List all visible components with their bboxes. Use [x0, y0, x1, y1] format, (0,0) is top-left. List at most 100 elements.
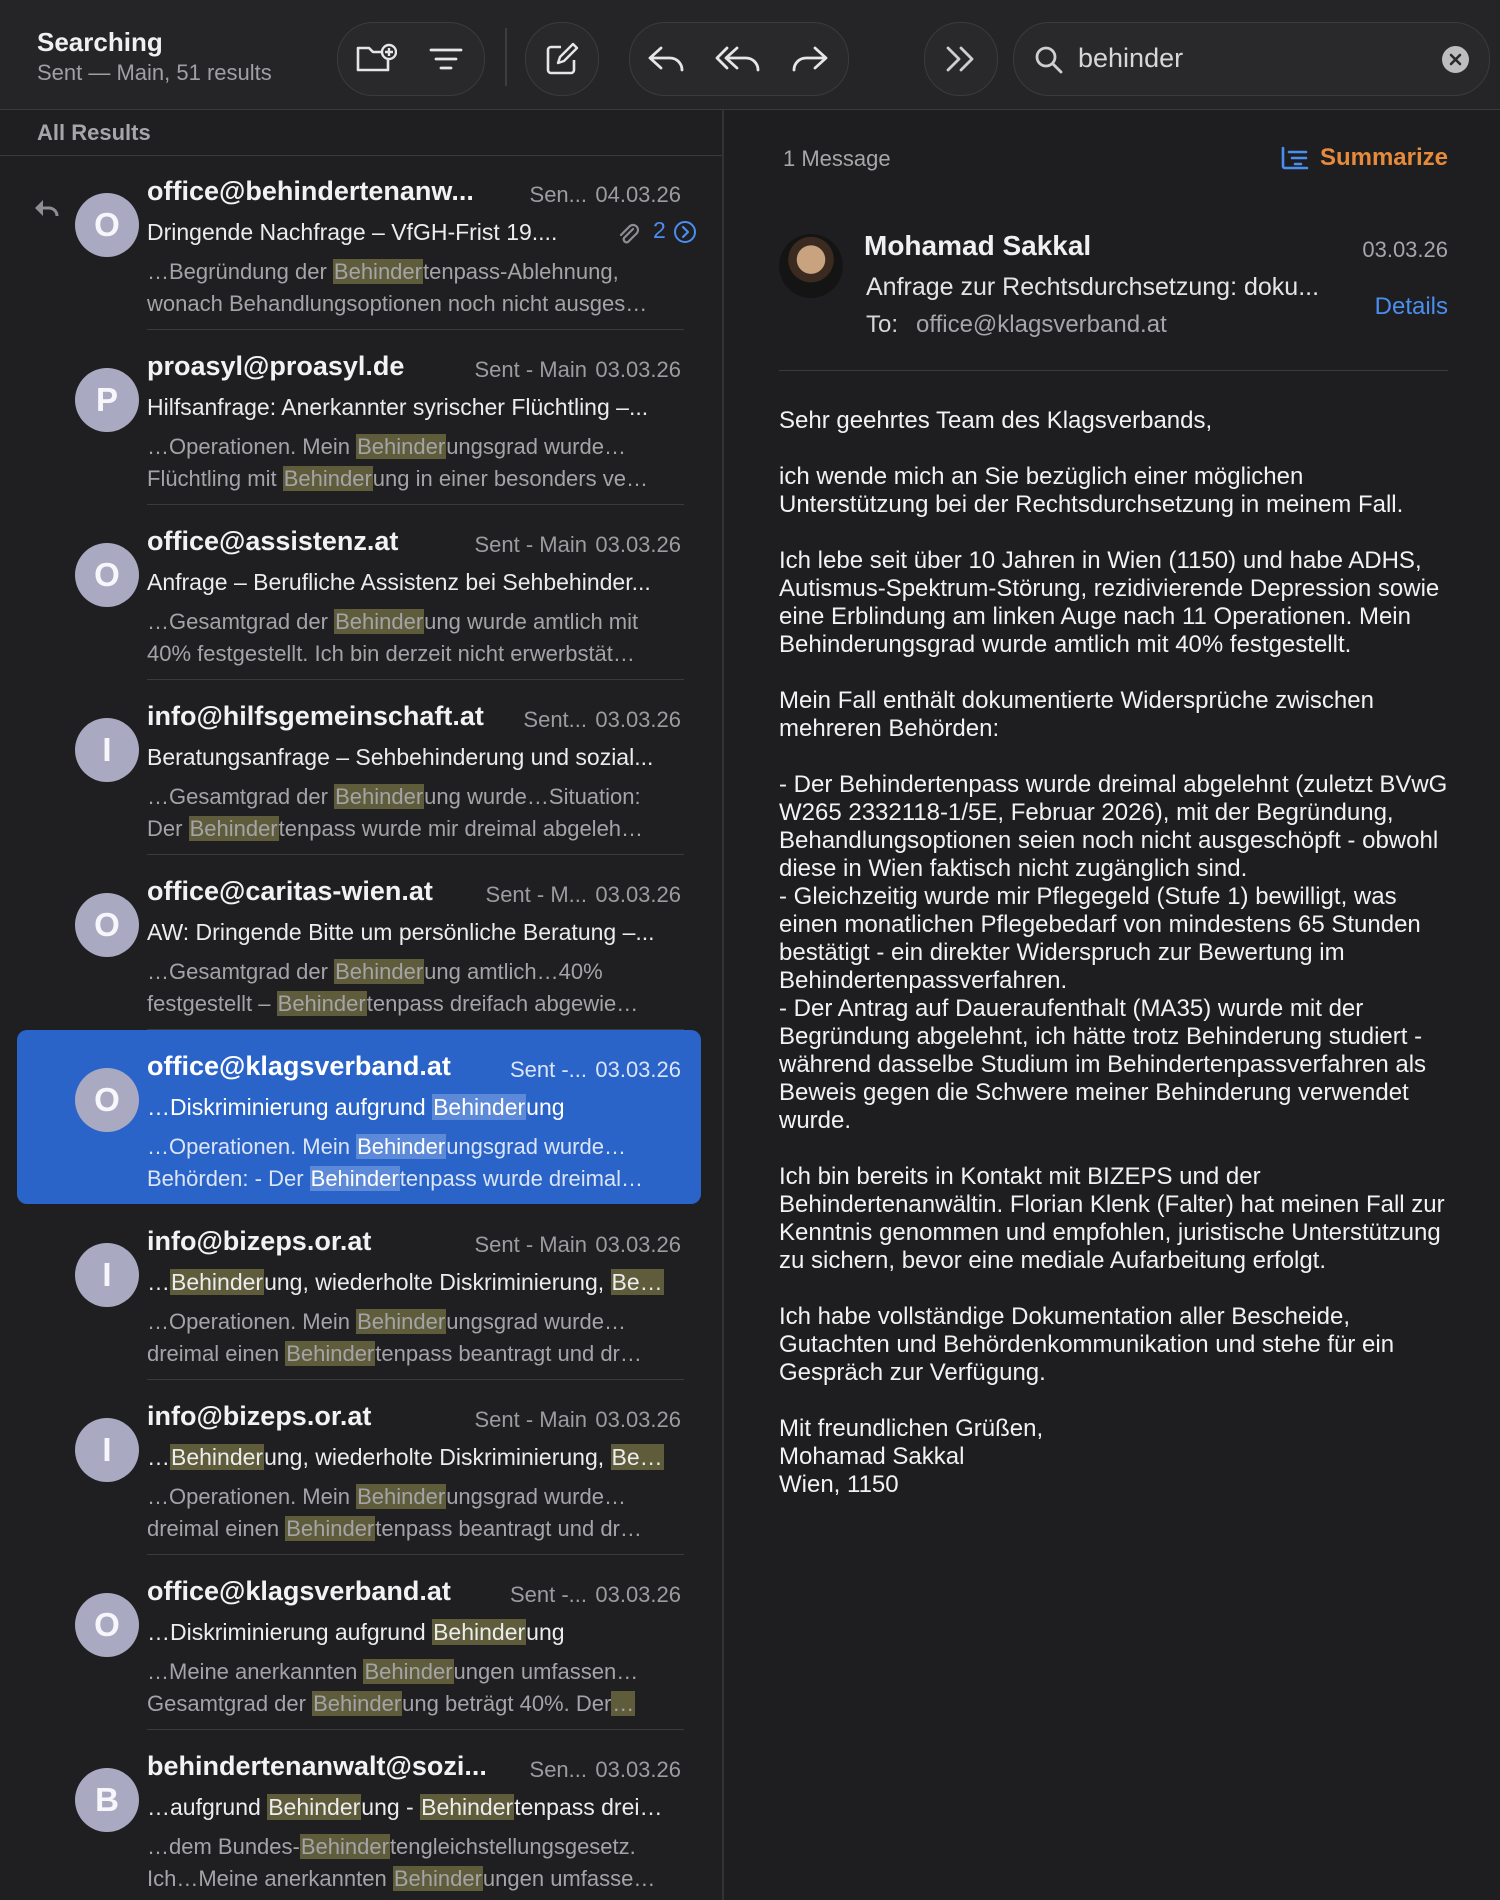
search-highlight: Be…	[610, 1444, 664, 1470]
preview-line: Behörden: - Der Behindertenpass wurde dr…	[147, 1163, 687, 1195]
search-highlight: Behinder	[420, 1794, 515, 1820]
clear-search-button[interactable]	[1442, 46, 1469, 73]
message-list: All Results Ooffice@behindertenanw... Sen…	[0, 110, 724, 1900]
sender-address: behindertenanwalt@sozi...	[147, 1751, 487, 1781]
message-preview: …Operationen. Mein Behinderungsgrad wurd…	[147, 1481, 687, 1545]
text-fragment: 40% festgestellt. Ich bin derzeit nicht …	[147, 641, 635, 666]
message-list-item[interactable]: Iinfo@bizeps.or.at Sent - Main 03.03.26 …Be…	[17, 1205, 701, 1380]
message-preview: …Operationen. Mein Behinderungsgrad wurd…	[147, 431, 687, 495]
message-list-item[interactable]: Ooffice@klagsverband.at Sent -... 03.03.26…	[17, 1555, 701, 1730]
search-highlight: Behinder	[334, 609, 425, 634]
text-fragment: ung, wiederholte Diskriminierung,	[264, 1269, 611, 1295]
text-fragment: …	[147, 1269, 170, 1295]
message-subject: …aufgrund Behinderung - Behindertenpass …	[147, 1794, 687, 1821]
preview-line: festgestellt – Behindertenpass dreifach …	[147, 988, 687, 1020]
message-subject: …Behinderung, wiederholte Diskriminierun…	[147, 1444, 687, 1471]
preview-line: Der Behindertenpass wurde mir dreimal ab…	[147, 813, 687, 845]
text-fragment: ung	[526, 1094, 565, 1120]
text-fragment: tenpass beantragt und dr…	[375, 1516, 642, 1541]
sender-address: info@hilfsgemeinschaft.at	[147, 701, 484, 731]
text-fragment: tengleichstellungsgesetz.	[389, 1834, 636, 1859]
text-fragment: …Diskriminierung aufgrund	[147, 1619, 433, 1645]
message-list-item[interactable]: Ooffice@assistenz.at Sent - Main 03.03.26 A…	[17, 505, 701, 680]
compose-button[interactable]	[526, 23, 598, 95]
more-button[interactable]	[925, 23, 997, 95]
sender-address: office@behindertenanw...	[147, 176, 474, 206]
sender-address: office@caritas-wien.at	[147, 876, 433, 906]
message-list-item[interactable]: Iinfo@hilfsgemeinschaft.at Sent... 03.03.2…	[17, 680, 701, 855]
preview-line: …Operationen. Mein Behinderungsgrad wurd…	[147, 1131, 687, 1163]
forward-button[interactable]	[774, 23, 846, 95]
summarize-icon	[1281, 146, 1309, 170]
message-list-item[interactable]: Ooffice@caritas-wien.at Sent - M... 03.03.…	[17, 855, 701, 1030]
preview-line: 40% festgestellt. Ich bin derzeit nicht …	[147, 638, 687, 670]
close-icon	[1449, 53, 1462, 66]
search-highlight: Behinder	[356, 1134, 447, 1159]
body-line: Gutachten und Behördenkommunikation und …	[779, 1331, 1395, 1358]
message-list-item[interactable]: Bbehindertenanwalt@sozi... Sen... 03.03.26…	[17, 1730, 701, 1900]
search-highlight: Behinder	[356, 1484, 447, 1509]
search-field[interactable]: behinder	[1013, 22, 1490, 96]
sender-avatar	[779, 234, 843, 298]
text-fragment: tenpass beantragt und dr…	[375, 1341, 642, 1366]
filter-button[interactable]	[410, 23, 482, 95]
text-fragment: tenpass wurde mir dreimal abgeleh…	[278, 816, 644, 841]
new-mailbox-button[interactable]	[340, 23, 412, 95]
message-date: 03.03.26	[595, 1057, 681, 1082]
message-date: 03.03.26	[595, 357, 681, 382]
message-list-item[interactable]: Ooffice@behindertenanw... Sen... 04.03.26 D…	[17, 155, 701, 330]
text-fragment: …Operationen. Mein	[147, 1134, 357, 1159]
reply-all-button[interactable]	[702, 23, 774, 95]
message-subject: Hilfsanfrage: Anerkannter syrischer Flüc…	[147, 394, 649, 420]
search-highlight: Behinder	[312, 1691, 403, 1716]
preview-line: …Operationen. Mein Behinderungsgrad wurd…	[147, 1306, 687, 1338]
message-subject: …Behinderung, wiederholte Diskriminierun…	[147, 1269, 687, 1296]
body-line: Sehr geehrtes Team des Klagsverbands,	[779, 407, 1213, 434]
reply-actions-group	[629, 22, 849, 96]
text-fragment: …Operationen. Mein	[147, 1309, 357, 1334]
text-fragment: …Diskriminierung aufgrund	[147, 1094, 433, 1120]
reply-button[interactable]	[630, 23, 702, 95]
sender-address: office@assistenz.at	[147, 526, 399, 556]
body-line: Autismus-Spektrum-Störung, rezidivierend…	[779, 575, 1440, 602]
search-input[interactable]: behinder	[1078, 43, 1183, 74]
window-subtitle: Sent — Main, 51 results	[37, 60, 272, 85]
mailbox-label: Sen...	[529, 182, 587, 207]
message-body[interactable]: Sehr geehrtes Team des Klagsverbands, ich…	[779, 407, 1459, 1527]
message-date: 04.03.26	[595, 182, 681, 207]
body-line: Kenntnis genommen und empfohlen, juristi…	[779, 1219, 1441, 1246]
message-list-item[interactable]: Iinfo@bizeps.or.at Sent - Main 03.03.26 …Be…	[17, 1380, 701, 1555]
message-list-item[interactable]: Pproasyl@proasyl.de Sent - Main 03.03.26 Hi…	[17, 330, 701, 505]
details-link[interactable]: Details	[1375, 293, 1448, 321]
message-date: 03.03.26	[595, 1582, 681, 1607]
mailbox-label: Sen...	[529, 1757, 587, 1782]
text-fragment: tenpass drei…	[514, 1794, 663, 1820]
preview-line: …Gesamtgrad der Behinderung amtlich…40%	[147, 956, 687, 988]
message-list-item[interactable]: Ooffice@klagsverband.at Sent -... 03.03.26…	[17, 1030, 701, 1204]
message-date: 03.03.26	[595, 707, 681, 732]
search-highlight: Behinder	[363, 1659, 454, 1684]
text-fragment: wonach Behandlungsoptionen noch nicht au…	[147, 291, 648, 316]
thread-chevron-icon[interactable]	[673, 220, 697, 244]
message-subject: AW: Dringende Bitte um persönliche Berat…	[147, 919, 655, 945]
sender-address: info@bizeps.or.at	[147, 1401, 372, 1431]
body-paragraph: Mein Fall enthält dokumentierte Widerspr…	[779, 687, 1459, 743]
text-fragment: ungen umfasse…	[482, 1866, 656, 1891]
sender-address: office@klagsverband.at	[147, 1576, 451, 1606]
text-fragment: ung, wiederholte Diskriminierung,	[264, 1444, 611, 1470]
search-highlight: Behinder	[432, 1094, 527, 1120]
text-fragment: dreimal einen	[147, 1516, 286, 1541]
avatar: P	[75, 368, 139, 432]
recipient-address[interactable]: office@klagsverband.at	[916, 311, 1167, 339]
text-fragment: ung beträgt 40%. Der	[402, 1691, 612, 1716]
paperclip-icon	[619, 223, 640, 244]
text-fragment: tenpass wurde dreimal…	[399, 1166, 644, 1191]
search-highlight: Behinder	[299, 1834, 390, 1859]
body-line: zu sichern, bevor eine mediale Aufarbeit…	[779, 1247, 1326, 1274]
search-highlight: Behinder	[334, 784, 425, 809]
body-line: Gespräch zur Verfügung.	[779, 1359, 1046, 1386]
mailbox-label: Sent - Main	[474, 357, 588, 382]
summarize-button[interactable]: Summarize	[1280, 144, 1448, 172]
body-paragraph: Ich lebe seit über 10 Jahren in Wien (11…	[779, 547, 1459, 659]
text-fragment: ung wurde…Situation:	[424, 784, 641, 809]
